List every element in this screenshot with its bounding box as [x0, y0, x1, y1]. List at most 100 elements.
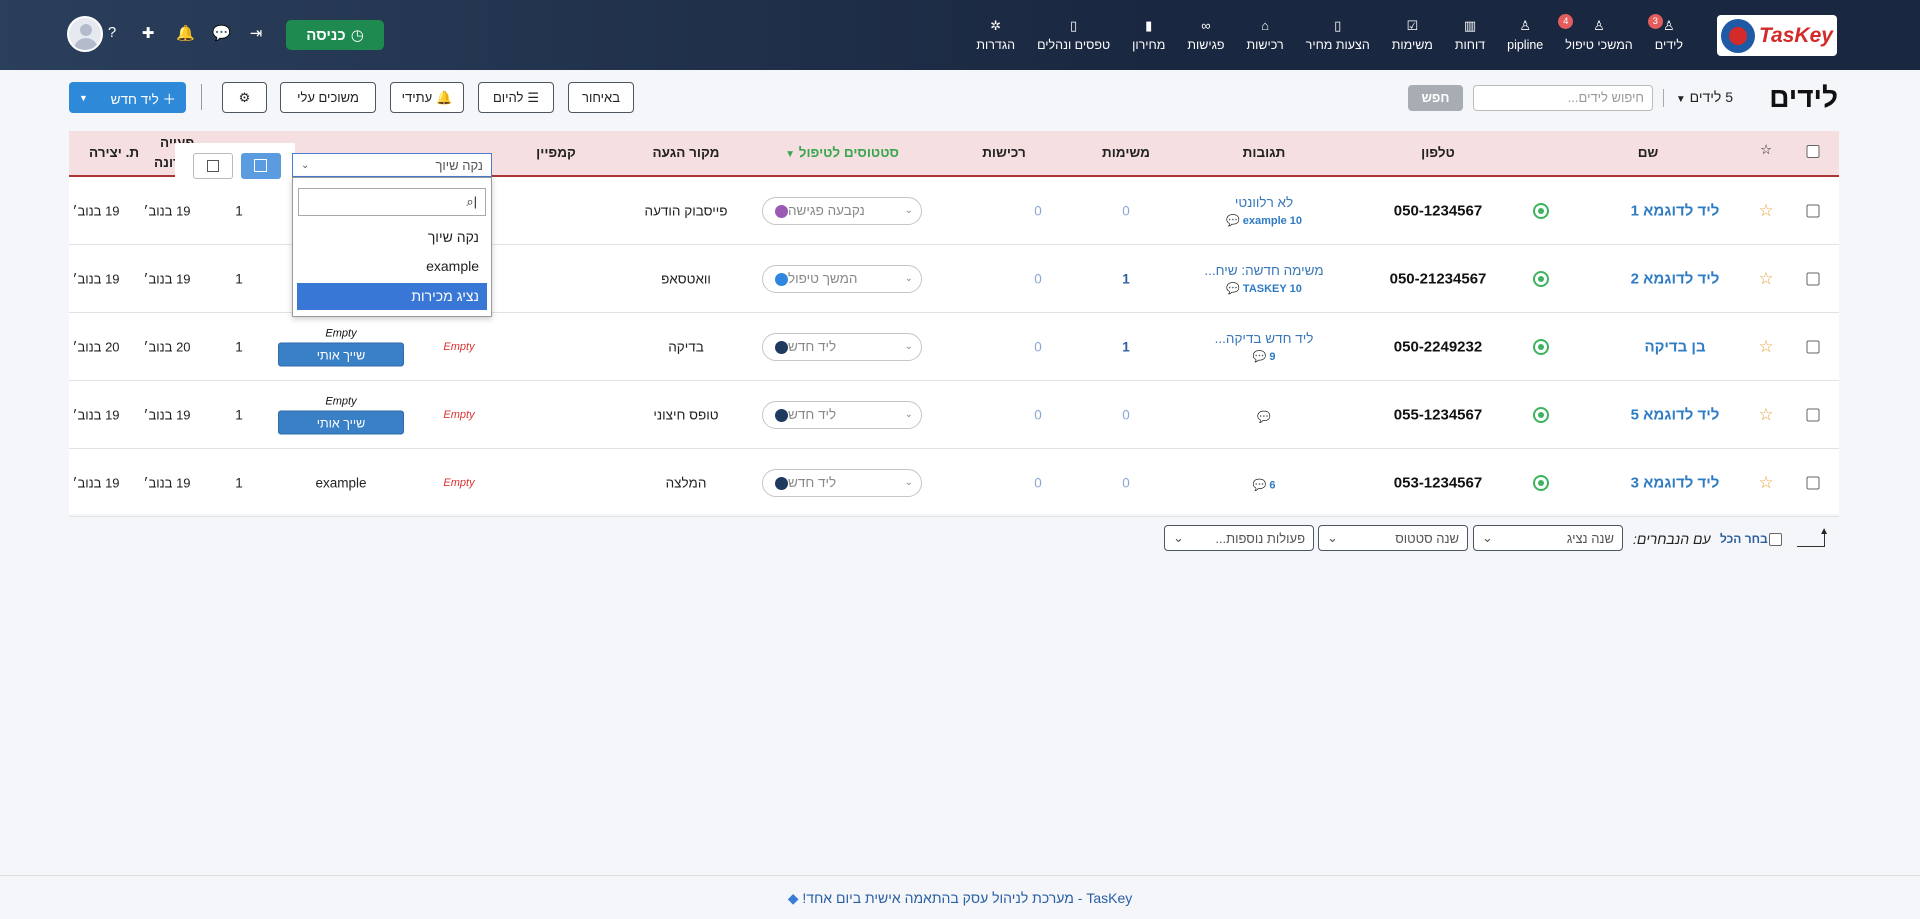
- lead-name-link[interactable]: בן בדיקה: [1644, 338, 1705, 355]
- tasks-count[interactable]: 0: [1122, 203, 1130, 218]
- row-checkbox[interactable]: [1806, 340, 1820, 353]
- whatsapp-icon[interactable]: [1533, 406, 1549, 423]
- tasks-count[interactable]: 0: [1122, 475, 1130, 490]
- purchases-count[interactable]: 0: [1034, 271, 1042, 286]
- plus-icon[interactable]: ✚: [140, 24, 156, 42]
- more-actions-select[interactable]: פעולות נוספות... ⌄: [1164, 525, 1314, 551]
- toggle-view-button-active[interactable]: [241, 153, 281, 179]
- col-name[interactable]: שם: [1638, 145, 1659, 160]
- select-all-checkbox[interactable]: [1806, 145, 1820, 158]
- today-filter-button[interactable]: ☰ להיום: [478, 82, 554, 113]
- nav-item[interactable]: ♙ המשכי טיפול 4: [1554, 14, 1643, 52]
- star-icon[interactable]: ☆: [1758, 201, 1773, 221]
- taskey-logo[interactable]: TasKey: [1717, 15, 1837, 56]
- status-select[interactable]: ⌄ ליד חדש: [762, 468, 922, 497]
- settings-button[interactable]: ⚙: [222, 82, 267, 113]
- search-button[interactable]: חפש: [1408, 85, 1463, 111]
- change-rep-select[interactable]: שנה נציג ⌄: [1473, 525, 1623, 551]
- bell-icon[interactable]: 🔔: [176, 24, 195, 42]
- purchases-count[interactable]: 0: [1034, 203, 1042, 218]
- bulk-select-all-checkbox[interactable]: [1769, 533, 1782, 546]
- whatsapp-icon[interactable]: [1533, 338, 1549, 355]
- star-icon[interactable]: ☆: [1758, 269, 1773, 289]
- row-checkbox[interactable]: [1806, 408, 1820, 421]
- table-row[interactable]: ☆ ליד לדוגמא 3 053-1234567 6 💬 0 0 ⌄ ליד חדש המל…: [69, 449, 1839, 517]
- tasks-count[interactable]: 0: [1122, 407, 1130, 422]
- col-campaign[interactable]: קמפיין: [536, 145, 576, 160]
- late-filter-button[interactable]: באיחור: [568, 82, 634, 113]
- row-checkbox[interactable]: [1806, 204, 1820, 217]
- col-phone[interactable]: טלפון: [1421, 145, 1455, 160]
- nav-item[interactable]: ✲ הגדרות: [965, 18, 1026, 52]
- status-select[interactable]: ⌄ נקבעה פגישה: [762, 196, 922, 225]
- whatsapp-icon[interactable]: [1533, 202, 1549, 219]
- purchases-count[interactable]: 0: [1034, 339, 1042, 354]
- star-icon[interactable]: ☆: [1758, 405, 1773, 425]
- campaign-value[interactable]: Empty: [443, 341, 474, 353]
- lead-name-link[interactable]: ליד לדוגמא 3: [1631, 474, 1720, 491]
- lead-name-link[interactable]: ליד לדוגמא 5: [1631, 406, 1720, 423]
- responses-cell[interactable]: לא רלוונטי example 10 💬: [1226, 195, 1302, 227]
- col-purchases[interactable]: רכישות: [982, 145, 1026, 160]
- change-status-select[interactable]: שנה סטטוס ⌄: [1318, 525, 1468, 551]
- row-checkbox[interactable]: [1806, 476, 1820, 489]
- nav-item[interactable]: ⌂ רכישות: [1236, 18, 1295, 52]
- tasks-count[interactable]: 1: [1122, 339, 1130, 354]
- dropdown-option[interactable]: example: [297, 253, 487, 280]
- col-created[interactable]: ת. יצירה: [89, 145, 139, 160]
- star-icon[interactable]: ☆: [1758, 473, 1773, 493]
- responses-cell[interactable]: ליד חדש בדיקה... 9 💬: [1215, 331, 1314, 363]
- lead-count-dropdown[interactable]: 5 לידים ▼: [1673, 89, 1733, 105]
- nav-item[interactable]: ▥ דוחות: [1444, 18, 1496, 52]
- purchases-count[interactable]: 0: [1034, 407, 1042, 422]
- col-source[interactable]: מקור הגעה: [653, 145, 720, 160]
- login-icon[interactable]: ⇥: [248, 24, 264, 42]
- chat-icon[interactable]: 💬: [212, 24, 231, 42]
- nav-item[interactable]: ∞ פגישות: [1176, 18, 1235, 52]
- assigned-rep[interactable]: example: [315, 475, 366, 490]
- star-icon[interactable]: ☆: [1758, 337, 1773, 357]
- lead-name-link[interactable]: ליד לדוגמא 2: [1631, 270, 1720, 287]
- avatar[interactable]: [67, 16, 103, 52]
- whatsapp-icon[interactable]: [1533, 270, 1549, 287]
- new-lead-button[interactable]: ＋ ליד חדש ▼: [69, 82, 186, 113]
- col-statuses[interactable]: סטטוסים לטיפול ▼: [785, 145, 899, 160]
- toggle-view-button[interactable]: [193, 153, 233, 179]
- whatsapp-icon[interactable]: [1533, 474, 1549, 491]
- nav-item[interactable]: ♙ לידים 3: [1644, 14, 1694, 52]
- responses-cell[interactable]: 6 💬: [1253, 474, 1276, 491]
- assigned-to-me-button[interactable]: משוכים עלי: [280, 82, 376, 113]
- caret-down-icon[interactable]: ▼: [79, 93, 88, 103]
- col-tasks[interactable]: משימות: [1102, 145, 1150, 160]
- enter-button[interactable]: ◷ כניסה: [286, 20, 384, 50]
- search-input[interactable]: חיפוש לידים...: [1473, 85, 1653, 111]
- dropdown-option[interactable]: נקה שיוך: [297, 224, 487, 251]
- assign-me-button[interactable]: שייך אותי: [278, 342, 404, 366]
- tasks-count[interactable]: 1: [1122, 271, 1130, 286]
- campaign-value[interactable]: Empty: [443, 409, 474, 421]
- responses-cell[interactable]: 💬: [1257, 406, 1271, 423]
- status-select[interactable]: ⌄ המשך טיפול: [762, 264, 922, 293]
- nav-item[interactable]: ▯ הצעות מחיר: [1295, 18, 1381, 52]
- select-all-link[interactable]: בחר הכל: [1720, 532, 1768, 546]
- status-select[interactable]: ⌄ ליד חדש: [762, 332, 922, 361]
- responses-cell[interactable]: משימה חדשה: שיח... TASKEY 10 💬: [1204, 263, 1323, 295]
- table-row[interactable]: ☆ ליד לדוגמא 5 055-1234567 💬 0 0 ⌄ ליד חדש טופס…: [69, 381, 1839, 449]
- assign-me-button[interactable]: שייך אותי: [278, 410, 404, 434]
- nav-item[interactable]: ▮ מחירון: [1121, 18, 1176, 52]
- purchases-count[interactable]: 0: [1034, 475, 1042, 490]
- table-row[interactable]: ☆ בן בדיקה 050-2249232 ליד חדש בדיקה... 9 💬 1…: [69, 313, 1839, 381]
- nav-item[interactable]: ☑ משימות: [1381, 18, 1444, 52]
- help-icon[interactable]: ?: [104, 24, 120, 42]
- campaign-value[interactable]: Empty: [443, 477, 474, 489]
- future-filter-button[interactable]: 🔔 עתידי: [390, 82, 464, 113]
- nav-item[interactable]: ♙ pipline: [1496, 18, 1554, 52]
- dropdown-search-input[interactable]: ⌕|: [298, 188, 486, 216]
- status-select[interactable]: ⌄ ליד חדש: [762, 400, 922, 429]
- lead-name-link[interactable]: ליד לדוגמא 1: [1631, 202, 1720, 219]
- nav-item[interactable]: ▯ טפסים ונהלים: [1026, 18, 1121, 52]
- assign-filter-select[interactable]: נקה שיוך ⌄: [292, 153, 492, 177]
- col-responses[interactable]: תגובות: [1243, 145, 1286, 160]
- row-checkbox[interactable]: [1806, 272, 1820, 285]
- dropdown-option-selected[interactable]: נציג מכירות: [297, 283, 487, 310]
